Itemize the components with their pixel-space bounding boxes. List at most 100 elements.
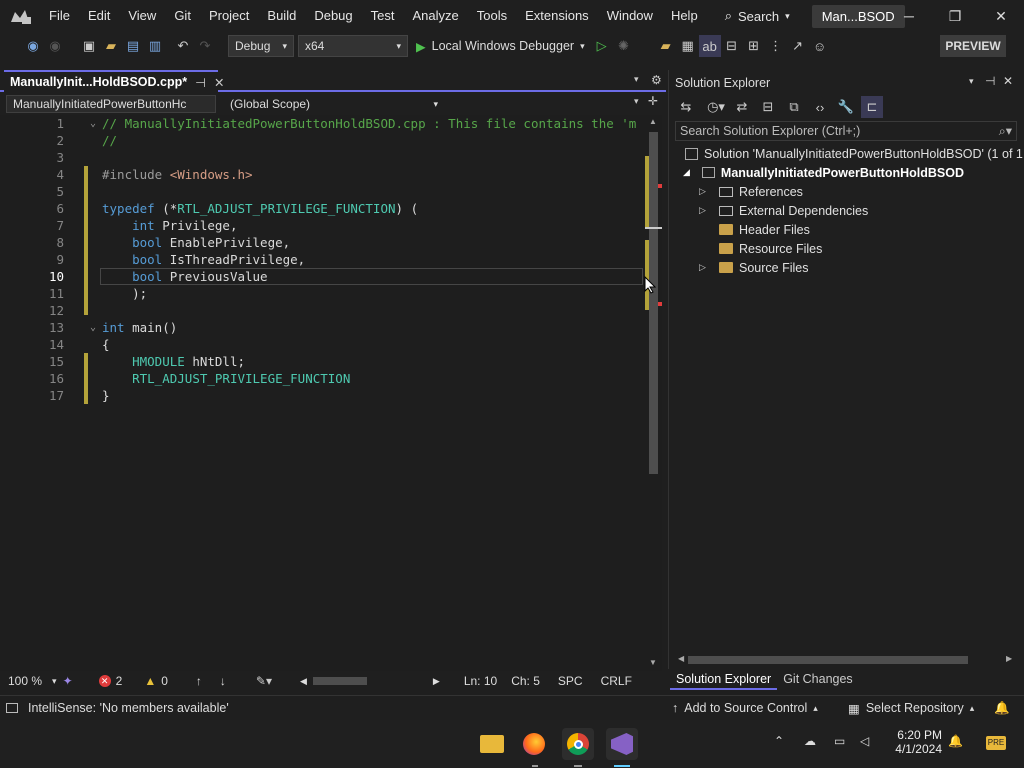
tab-dropdown-icon[interactable]: ▾ [634,74,639,85]
project-scope-select[interactable]: ManuallyInitiatedPowerButtonHc [6,95,216,113]
scroll-right-icon[interactable]: ▶ [433,676,440,687]
search-button[interactable]: ⌕ Search ▾ [717,0,798,32]
menu-window[interactable]: Window [598,0,662,32]
code-line[interactable]: 1 // ManuallyInitiatedPowerButtonHoldBSOD… [0,115,646,132]
menu-analyze[interactable]: Analyze [403,0,467,32]
tree-item-source-files[interactable]: ▷ Source Files [699,258,808,277]
fold-toggle-icon[interactable]: ⌄ [90,319,96,336]
feedback-icon[interactable]: ☺ [809,35,831,57]
code-view-icon[interactable]: ‹› [809,96,831,118]
minimize-button[interactable]: ─ [886,0,932,32]
scroll-up-icon[interactable]: ▲ [649,117,657,126]
code-line[interactable]: 5 [0,183,646,200]
save-icon[interactable]: ▤ [122,35,144,57]
switch-views-icon[interactable]: ⇆ [675,96,697,118]
expand-arrow-icon[interactable]: ▷ [699,186,709,197]
layout-icon[interactable]: ▦ [677,35,699,57]
panel-dropdown-icon[interactable]: ▾ [969,76,974,87]
next-issue-icon[interactable]: ↓ [220,674,226,688]
code-line[interactable]: 4 #include <Windows.h> [0,166,646,183]
back-icon[interactable]: ◉ [22,35,44,57]
menu-file[interactable]: File [40,0,79,32]
code-editor[interactable]: 1 // ManuallyInitiatedPowerButtonHoldBSOD… [0,115,646,671]
pin-icon[interactable]: ⊣ [195,75,206,90]
solution-node[interactable]: Solution 'ManuallyInitiatedPowerButtonHo… [685,144,1023,163]
menu-help[interactable]: Help [662,0,707,32]
zoom-select[interactable]: 100 % ▾ [8,674,57,688]
settings-gear-icon[interactable]: ⚙ [651,73,662,87]
tree-item-resource-files[interactable]: Resource Files [699,239,822,258]
select-repository-button[interactable]: ▦ Select Repository ▴ [848,701,974,716]
code-line[interactable]: 12 [0,302,646,319]
preview-button[interactable]: PREVIEW [940,35,1006,57]
network-icon[interactable]: ▭ [834,734,845,748]
line-ending-indicator[interactable]: CRLF [601,674,632,688]
volume-icon[interactable]: ◁ [860,734,869,748]
code-line[interactable]: 16 RTL_ADJUST_PRIVILEGE_FUNCTION [0,370,646,387]
solution-folder-icon[interactable]: ▰ [655,35,677,57]
code-line[interactable]: 10 bool PreviousValue [0,268,646,285]
uncomment-icon[interactable]: ⊞ [743,35,765,57]
split-view-icon[interactable]: ✛ [648,94,658,108]
pin-icon[interactable]: ⊣ [985,74,995,88]
sync-icon[interactable]: ⇄ [731,96,753,118]
line-indicator[interactable]: Ln: 10 [464,674,497,688]
menu-extensions[interactable]: Extensions [516,0,598,32]
configuration-select[interactable]: Debug ▾ [228,35,294,57]
fold-toggle-icon[interactable]: ⌄ [90,115,96,132]
code-line[interactable]: 14 { [0,336,646,353]
code-line[interactable]: 11 ); [0,285,646,302]
code-line[interactable]: 15 HMODULE hNtDll; [0,353,646,370]
onedrive-icon[interactable]: ☁ [804,734,816,748]
undo-icon[interactable]: ↶ [172,35,194,57]
cleanup-icon[interactable]: ✎▾ [256,674,272,688]
tab-source-file[interactable]: ManuallyInit...HoldBSOD.cpp* ⊣ ✕ [4,70,224,92]
forward-icon[interactable]: ◉ [44,35,66,57]
menu-git[interactable]: Git [165,0,200,32]
tree-item-header-files[interactable]: Header Files [699,220,810,239]
close-icon[interactable]: ✕ [214,75,224,90]
scrollbar-thumb[interactable] [688,656,968,664]
new-project-icon[interactable]: ▣ [78,35,100,57]
global-scope-select[interactable]: (Global Scope) ▾ [224,95,444,113]
intellicode-icon[interactable]: ✦ [63,674,73,688]
comment-icon[interactable]: ⊟ [721,35,743,57]
menu-test[interactable]: Test [362,0,404,32]
tab-git-changes[interactable]: Git Changes [777,669,858,690]
overflow-icon[interactable]: ⋮ [765,35,787,57]
visual-studio-logo-icon[interactable] [0,0,40,32]
start-without-debugging-icon[interactable]: ▷ [591,35,613,57]
menu-debug[interactable]: Debug [305,0,361,32]
add-to-source-control-button[interactable]: ↑ Add to Source Control ▴ [672,701,818,715]
spell-check-icon[interactable]: ab [698,35,721,57]
chrome-icon[interactable] [562,728,594,760]
code-line[interactable]: 13 int main() ⌄ [0,319,646,336]
menu-edit[interactable]: Edit [79,0,119,32]
code-line[interactable]: 17} [0,387,646,404]
show-all-files-icon[interactable]: ⧉ [783,96,805,118]
restore-button[interactable]: ❐ [932,0,978,32]
pending-changes-icon[interactable]: ◷▾ [705,96,727,118]
horizontal-scroll-thumb[interactable] [312,677,367,685]
firefox-icon[interactable] [518,728,550,760]
scroll-right-icon[interactable]: ▶ [1006,654,1012,663]
hot-reload-icon[interactable]: ✺ [613,35,635,57]
preview-selected-icon[interactable]: ⊏ [861,96,883,118]
expand-arrow-icon[interactable]: ▷ [699,262,709,273]
code-line[interactable]: 7 int Privilege, [0,217,646,234]
platform-select[interactable]: x64 ▾ [298,35,408,57]
tree-item-external-dependencies[interactable]: ▷ External Dependencies [699,201,868,220]
start-debugger-button[interactable]: ▶ Local Windows Debugger ▾ [416,39,585,54]
redo-icon[interactable]: ↷ [194,35,216,57]
whitespace-indicator[interactable]: SPC [558,674,583,688]
code-line[interactable]: 2 // [0,132,646,149]
warnings-indicator[interactable]: ▲ 0 [144,674,168,688]
errors-indicator[interactable]: ✕ 2 [98,674,122,688]
open-folder-icon[interactable]: ▰ [100,35,122,57]
live-share-icon[interactable]: ↗ [787,35,809,57]
file-explorer-icon[interactable] [476,728,508,760]
notification-bell-icon[interactable]: 🔔 [948,734,963,748]
solution-horizontal-scrollbar[interactable]: ◀ ▶ [674,654,1018,666]
tree-item-references[interactable]: ▷ References [699,182,803,201]
tab-solution-explorer[interactable]: Solution Explorer [670,669,778,690]
